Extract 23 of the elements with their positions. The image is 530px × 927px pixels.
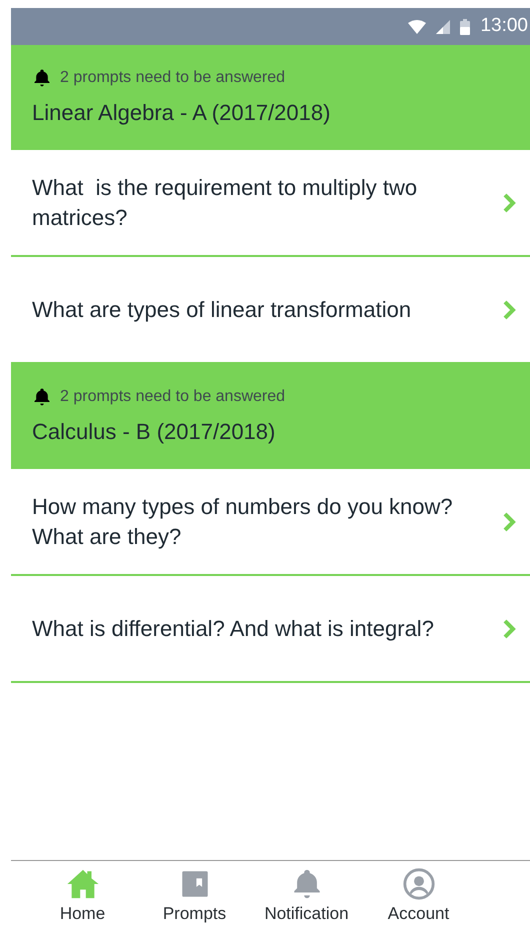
battery-icon (460, 18, 470, 34)
notice-text: 2 prompts need to be answered (60, 387, 286, 407)
account-icon (402, 867, 436, 901)
course-title: Calculus - B (2017/2018) (32, 418, 276, 446)
nav-tab[interactable]: Account (374, 861, 464, 927)
wifi-icon (408, 20, 426, 34)
chevron-right-icon (502, 618, 516, 640)
course-title: Linear Algebra - A (2017/2018) (32, 99, 332, 127)
notice-text: 2 prompts need to be answered (60, 68, 286, 88)
bell-icon (32, 68, 52, 88)
bell-icon (32, 387, 52, 407)
nav-tab[interactable]: Notification (262, 861, 352, 927)
chevron-right-icon (502, 192, 516, 214)
nav-tab[interactable]: Home (38, 861, 128, 927)
prompt-item[interactable]: What is differential? And what is integral? (11, 576, 530, 683)
chevron-right-icon (502, 298, 516, 320)
status-time: 13:00 (480, 14, 528, 38)
signal-icon (436, 20, 450, 34)
home-icon (66, 867, 100, 901)
nav-tab[interactable]: Prompts (150, 861, 240, 927)
prompt-item[interactable]: What is the requirement to multiply two matrices? (11, 150, 530, 257)
chevron-right-icon (502, 510, 516, 532)
prompt-item[interactable]: How many types of numbers do you know? What are they? (11, 469, 530, 576)
